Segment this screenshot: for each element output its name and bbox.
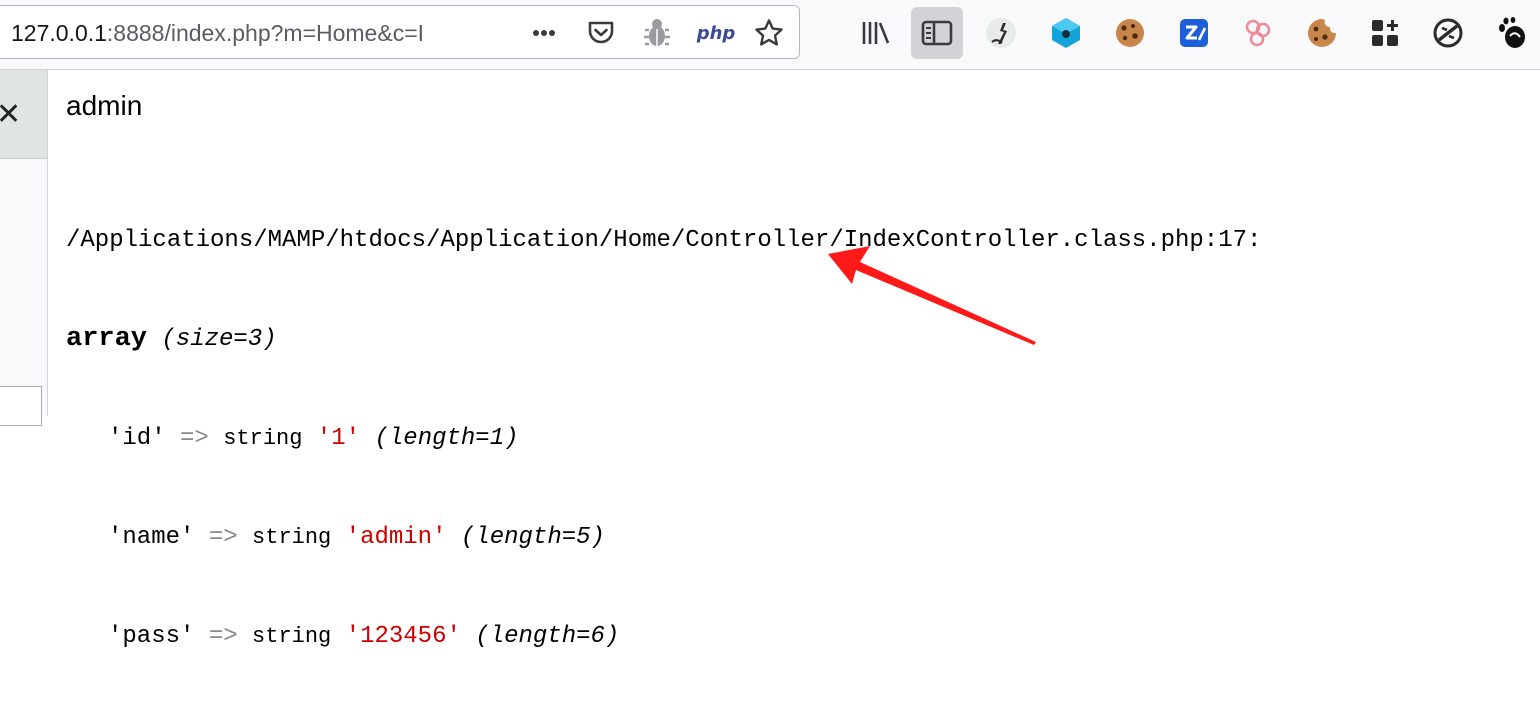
dump-entry: 'pass' => string '123456' (length=6) [66,620,1261,653]
entry-type: string [252,624,332,649]
entry-key: 'id' [108,425,166,452]
entry-type: string [223,426,303,451]
dump-entry: 'name' => string 'admin' (length=5) [66,521,1261,554]
dump-entry: 'id' => string '1' (length=1) [66,422,1261,455]
entry-key: 'pass' [108,623,195,650]
entry-length: (length=5) [460,524,605,551]
entry-value: '1' [316,425,361,452]
entry-length: (length=6) [475,623,620,650]
entry-length: (length=1) [374,425,519,452]
entry-type: string [252,525,332,550]
arrow-operator: => [208,524,238,551]
entry-key: 'name' [108,524,195,551]
arrow-operator: => [208,623,238,650]
entry-value: 'admin' [345,524,447,551]
annotation-arrow-icon [828,246,1036,345]
arrow-operator: => [180,425,209,452]
entry-value: '123456' [345,623,461,650]
